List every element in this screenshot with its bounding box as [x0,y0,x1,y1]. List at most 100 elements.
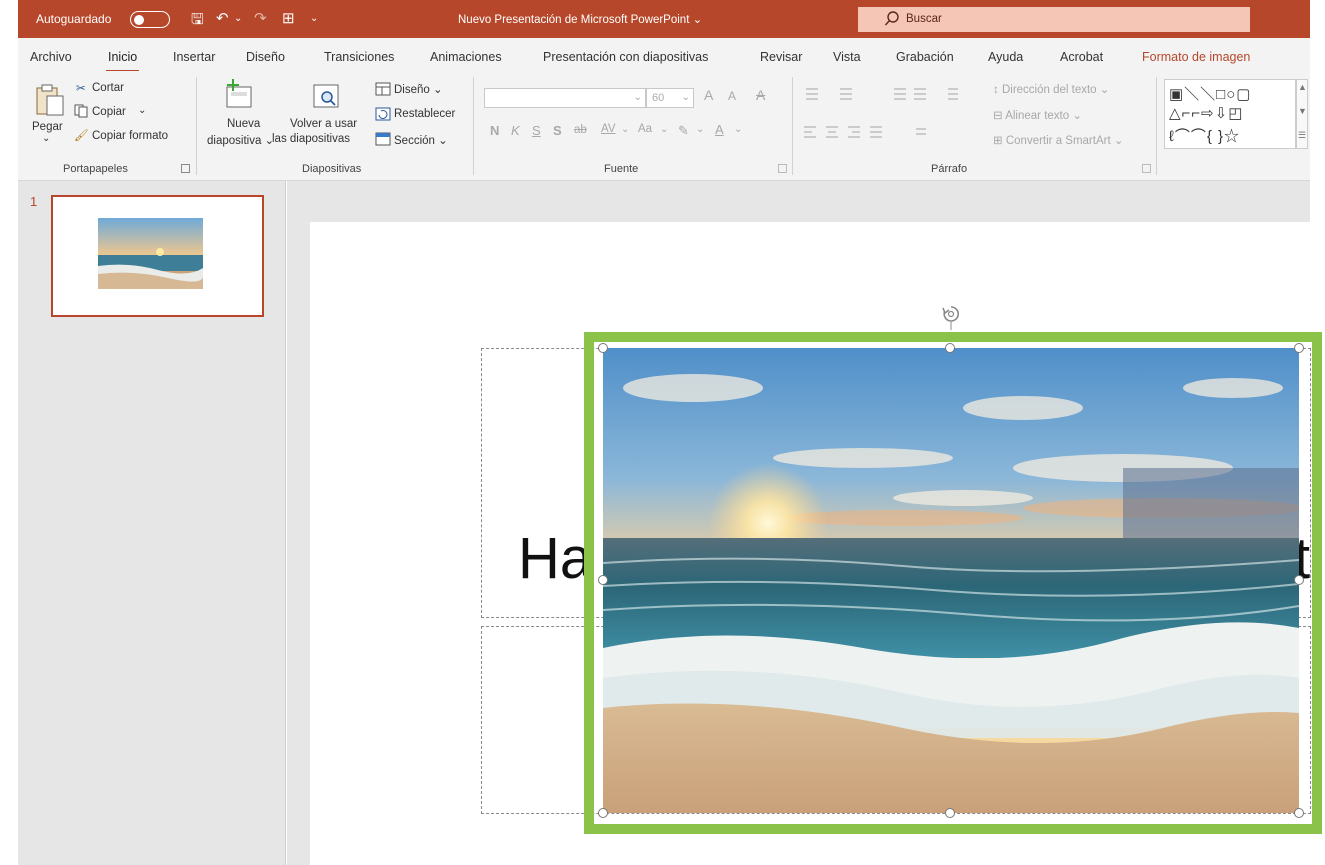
bold-button[interactable]: N [490,123,499,138]
tab-grabacion[interactable]: Grabación [896,50,954,64]
gallery-up-icon[interactable]: ▲ [1298,82,1307,92]
group-divider [1156,77,1157,175]
tab-formato-imagen[interactable]: Formato de imagen [1142,50,1250,64]
section-button[interactable]: Sección ⌄ [394,133,448,147]
align-text-button[interactable]: ⊟ Alinear texto ⌄ [993,108,1082,122]
reuse-slides-label-2[interactable]: las diapositivas [272,133,350,145]
underline-button[interactable]: S [532,123,541,138]
resize-handle-ne[interactable] [1294,343,1304,353]
shapes-gallery[interactable]: ▣＼＼□○▢ △⌐⌐⇨⇩◰ ℓ⌒⌒{ }☆ [1164,79,1296,149]
font-launcher-icon[interactable] [778,164,787,173]
section-icon[interactable] [375,132,391,146]
highlight-dropdown-icon[interactable]: ⌄ [696,124,704,135]
paragraph-launcher-icon[interactable] [1142,164,1151,173]
autosave-toggle[interactable] [130,11,170,28]
save-icon[interactable]: 🖫 [191,9,204,34]
group-label-slides: Diapositivas [302,163,362,175]
tab-diseno[interactable]: Diseño [246,50,285,64]
paste-label[interactable]: Pegar [32,121,63,133]
beach-image [603,348,1299,813]
resize-handle-se[interactable] [1294,808,1304,818]
strikethrough-button[interactable]: ab [574,124,587,136]
present-from-start-icon[interactable]: ⊞ [282,9,295,27]
group-label-font: Fuente [604,163,639,175]
change-case-dropdown-icon[interactable]: ⌄ [660,124,668,135]
grow-font-icon[interactable]: A [704,87,713,103]
font-name-dropdown-icon[interactable]: ⌄ [634,92,642,103]
new-slide-icon[interactable] [223,79,257,109]
title-dropdown-icon: ⌄ [692,14,703,26]
font-color-icon[interactable]: A [715,122,724,137]
undo-dropdown-icon[interactable]: ⌄ [234,13,242,24]
clipboard-launcher-icon[interactable] [181,164,190,173]
resize-handle-s[interactable] [945,808,955,818]
shadow-button[interactable]: S [553,123,562,138]
autosave-label: Autoguardado [36,12,112,26]
rotate-handle-icon[interactable] [940,304,962,330]
gallery-down-icon[interactable]: ▼ [1298,106,1307,116]
tab-insertar[interactable]: Insertar [173,50,215,64]
font-size-dropdown-icon[interactable]: ⌄ [682,92,690,103]
resize-handle-n[interactable] [945,343,955,353]
tab-inicio[interactable]: Inicio [105,50,140,72]
shrink-font-icon[interactable]: A [728,89,736,103]
resize-handle-e[interactable] [1294,575,1304,585]
highlight-icon[interactable]: ✎ [678,123,689,139]
document-title[interactable]: Nuevo Presentación de Microsoft PowerPoi… [458,12,702,26]
font-size-value: 60 [652,92,665,104]
reuse-slides-icon[interactable] [312,83,340,111]
slides-pane: 1 [18,181,286,865]
change-case-button[interactable]: Aa [638,123,652,135]
search-icon [884,11,899,26]
cut-button[interactable]: Cortar [92,82,124,94]
layout-icon[interactable] [375,82,391,96]
group-divider [196,77,197,175]
layout-button[interactable]: Diseño ⌄ [394,82,443,96]
font-color-dropdown-icon[interactable]: ⌄ [734,124,742,135]
shapes-row-3: ℓ⌒⌒{ }☆ [1169,128,1241,145]
tab-transiciones[interactable]: Transiciones [324,50,394,64]
italic-button[interactable]: K [511,123,520,138]
resize-handle-nw[interactable] [598,343,608,353]
reuse-slides-label-1[interactable]: Volver a usar [290,118,357,130]
gallery-more-icon[interactable]: ☰ [1298,130,1306,141]
char-spacing-dropdown-icon[interactable]: ⌄ [621,124,629,135]
format-painter-icon[interactable]: 🖌 [74,128,89,142]
convert-smartart-button[interactable]: ⊞ Convertir a SmartArt ⌄ [993,133,1124,147]
tab-animaciones[interactable]: Animaciones [430,50,502,64]
tab-revisar[interactable]: Revisar [760,50,802,64]
copy-button[interactable]: Copiar [92,106,126,118]
customize-qat-icon[interactable]: ⌄ [310,13,318,24]
resize-handle-w[interactable] [598,575,608,585]
font-name-combo[interactable]: ⌄ [484,88,646,108]
copy-dropdown-icon[interactable]: ⌄ [138,105,146,116]
tab-presentacion[interactable]: Presentación con diapositivas [543,50,708,64]
tab-ayuda[interactable]: Ayuda [988,50,1023,64]
cut-icon[interactable]: ✂ [76,81,86,95]
slide-thumbnail[interactable] [51,195,264,317]
beach-picture[interactable] [603,348,1299,813]
reset-button[interactable]: Restablecer [394,108,455,120]
reset-icon[interactable] [375,107,391,121]
new-slide-label-1[interactable]: Nueva [227,118,260,130]
tab-vista[interactable]: Vista [833,50,861,64]
font-size-combo[interactable]: 60 ⌄ [646,88,694,108]
paste-icon[interactable] [34,83,66,117]
clear-format-icon[interactable]: A [756,87,765,103]
char-spacing-button[interactable]: AV [601,123,616,135]
undo-icon[interactable]: ↶ [216,9,229,27]
tab-archivo[interactable]: Archivo [30,50,72,64]
paste-dropdown-icon[interactable]: ⌄ [42,133,50,144]
shapes-gallery-scroll[interactable]: ▲ ▼ ☰ [1296,79,1308,149]
search-box[interactable]: Buscar [858,7,1250,32]
paragraph-format-icons[interactable] [800,85,960,145]
copy-icon[interactable] [74,104,88,118]
redo-icon[interactable]: ↷ [254,9,267,27]
new-slide-label-2[interactable]: diapositiva ⌄ [207,133,274,147]
resize-handle-sw[interactable] [598,808,608,818]
tab-acrobat[interactable]: Acrobat [1060,50,1103,64]
search-placeholder: Buscar [906,13,942,25]
format-painter-button[interactable]: Copiar formato [92,130,168,142]
title-text[interactable]: Ha [518,525,592,592]
text-direction-button[interactable]: ↕ Dirección del texto ⌄ [993,82,1109,96]
